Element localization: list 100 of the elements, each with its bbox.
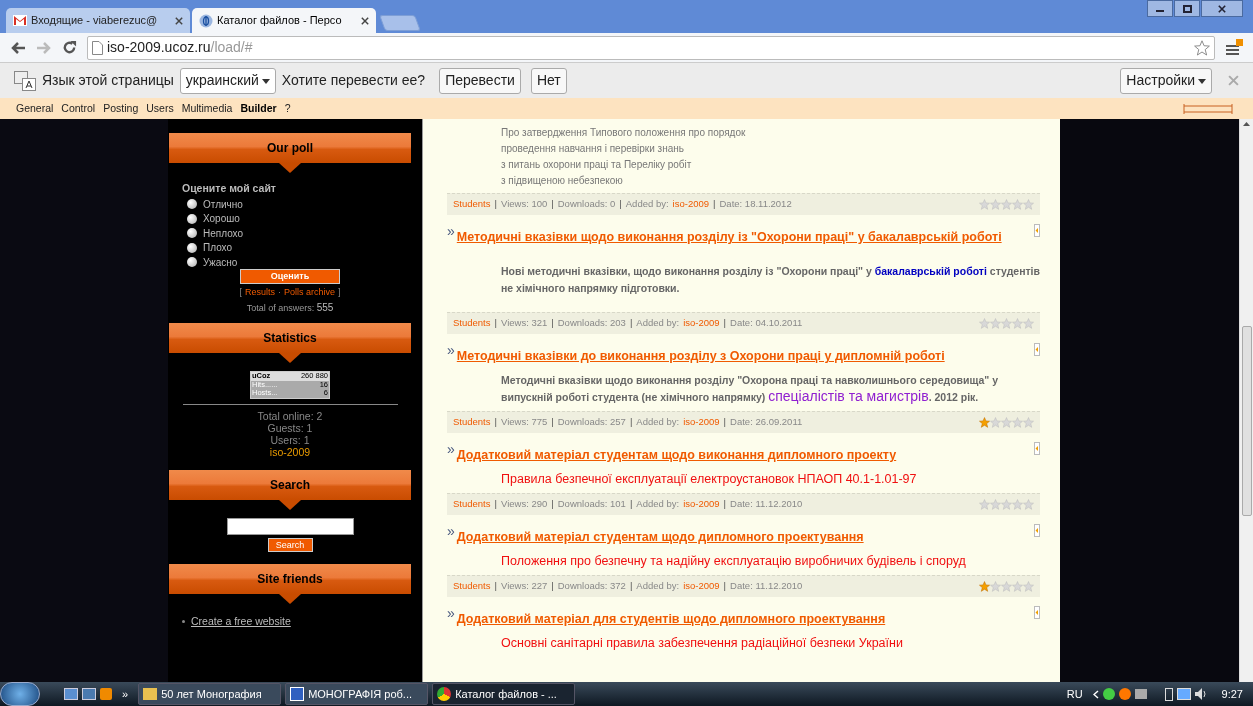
scrollbar-thumb[interactable]: [1241, 326, 1252, 516]
bookmark-star-icon[interactable]: [1194, 39, 1210, 56]
star-icon: [1023, 417, 1034, 428]
separator: |: [551, 197, 554, 212]
browser-icon: [437, 687, 452, 701]
meta-text: Date: 18.11.2012: [719, 197, 792, 212]
radio-button[interactable]: [187, 213, 197, 224]
entry-marker: »: [447, 224, 455, 239]
admin-menu-item[interactable]: Users: [146, 100, 174, 117]
admin-menu-item[interactable]: ?: [284, 100, 291, 117]
poll-option: Отлично: [203, 196, 243, 212]
close-icon[interactable]: [175, 16, 183, 25]
online-user-link[interactable]: iso-2009: [269, 445, 311, 458]
star-icon: [979, 199, 990, 210]
browser-tab[interactable]: Каталог файлов - Персо: [192, 8, 376, 33]
close-icon: [1218, 4, 1226, 13]
admin-menu-item[interactable]: Control: [61, 100, 96, 117]
meta-text: Added by:: [636, 415, 680, 430]
admin-menu-item[interactable]: Posting: [103, 100, 139, 117]
minimize-button[interactable]: [1147, 0, 1173, 17]
meta-text: Views: 290: [500, 497, 548, 512]
search-field[interactable]: [226, 517, 354, 535]
star-icon: [1012, 318, 1023, 329]
speaker-icon[interactable]: [1194, 688, 1208, 700]
separator: |: [494, 197, 497, 212]
scrollbar[interactable]: [1239, 119, 1253, 682]
scroll-up-icon[interactable]: [1243, 122, 1250, 126]
poll-link[interactable]: Polls archive: [284, 286, 335, 300]
entry-description: Про затвердження Типового положення про порядок проведення навчання і перевірки знань з питань охорони праці та Переліку робіт з підвищеною небезпекою: [500, 126, 747, 187]
address-field[interactable]: iso-2009.ucoz.ru/load/#: [87, 35, 1215, 60]
separator: |: [551, 579, 554, 594]
radio-button[interactable]: [187, 199, 197, 209]
translate-bar-button[interactable]: Перевести: [439, 67, 521, 94]
separator: |: [494, 497, 497, 512]
separator: |: [494, 579, 497, 594]
star-rating[interactable]: [979, 318, 1034, 329]
separator: |: [629, 316, 633, 331]
language-dropdown[interactable]: украинский: [179, 67, 276, 94]
meta-text: Date: 26.09.2011: [730, 415, 803, 430]
tray-expand-icon[interactable]: [1092, 689, 1099, 699]
online-stat: Total online: 2: [257, 409, 323, 422]
star-icon: [979, 417, 990, 428]
taskbar-button[interactable]: 50 лет Монография: [138, 683, 282, 705]
radio-button[interactable]: [187, 257, 197, 267]
poll-option: Плохо: [203, 240, 233, 255]
block-header: Our poll: [169, 133, 411, 163]
meta-text: Added by:: [636, 316, 680, 331]
poll-link[interactable]: Results: [244, 286, 275, 300]
tray-icon[interactable]: [1134, 689, 1147, 699]
entry-description: Основні санітарні правила забезпечення радіаційної безпеки України: [500, 635, 904, 651]
star-rating[interactable]: [979, 199, 1034, 210]
star-icon: [979, 318, 990, 329]
language-indicator[interactable]: RU: [1066, 685, 1083, 703]
meta-text: Downloads: 372: [557, 579, 626, 594]
resize-handle-icon[interactable]: [1183, 102, 1233, 115]
settings-dropdown[interactable]: Настройки: [1120, 67, 1212, 94]
entry-description: Положення про безпечну та надійну експлуатацію виробничих будівель і споруд: [500, 553, 967, 569]
translate-question: Хотите перевести ее?: [281, 71, 426, 90]
block-header: Statistics: [169, 323, 411, 354]
separator: |: [723, 579, 727, 594]
translate-bar-button[interactable]: Нет: [530, 67, 567, 94]
star-icon: [979, 581, 990, 592]
tray-icon[interactable]: [1118, 688, 1131, 700]
star-rating[interactable]: [979, 581, 1034, 592]
back-icon[interactable]: [10, 40, 26, 55]
poll-option: Неплохо: [203, 225, 244, 241]
online-stat: Guests: 1: [267, 421, 313, 434]
caret-icon: [261, 78, 270, 84]
taskbar-button[interactable]: МОНОГРАФІЯ роб...: [285, 683, 429, 705]
star-rating[interactable]: [979, 417, 1034, 428]
start-button[interactable]: [0, 682, 40, 706]
radio-button[interactable]: [187, 228, 197, 238]
separator: |: [494, 415, 497, 430]
star-rating[interactable]: [979, 499, 1034, 510]
close-icon[interactable]: [361, 16, 369, 25]
meta-text: Date: 11.12.2010: [730, 497, 803, 512]
admin-menu-item[interactable]: Multimedia: [181, 100, 233, 117]
star-icon: [1012, 199, 1023, 210]
admin-menu-item[interactable]: General: [16, 100, 54, 117]
admin-menu-item[interactable]: Builder: [240, 100, 277, 117]
star-icon: [1001, 581, 1012, 592]
separator: |: [723, 316, 727, 331]
taskbar-button[interactable]: Каталог файлов - ...: [432, 683, 576, 705]
clock: 9:27: [1221, 686, 1243, 702]
star-icon: [1001, 199, 1012, 210]
radio-button[interactable]: [187, 242, 197, 253]
star-icon: [1023, 318, 1034, 329]
reload-icon[interactable]: [62, 40, 77, 55]
more-chevron[interactable]: »: [122, 685, 129, 703]
bullet-icon: [182, 620, 185, 624]
tab-title: Каталог файлов - Персо: [217, 13, 343, 29]
maximize-button[interactable]: [1174, 0, 1200, 17]
tray-icon[interactable]: [1102, 688, 1115, 700]
friend-link[interactable]: Create a free website: [191, 613, 291, 630]
separator: |: [494, 316, 497, 331]
meta-text: Date: 04.10.2011: [730, 316, 803, 331]
browser-tab[interactable]: Входящие - viaberezuc@: [6, 8, 190, 33]
online-stat: Users: 1: [270, 433, 310, 446]
entry-marker: »: [447, 606, 455, 621]
menu-icon[interactable]: [1225, 38, 1243, 57]
